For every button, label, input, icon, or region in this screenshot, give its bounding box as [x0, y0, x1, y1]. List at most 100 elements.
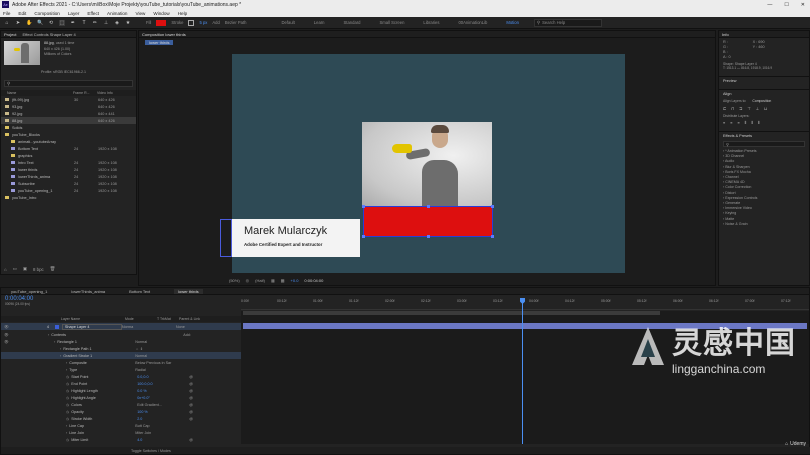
eye-icon[interactable]: 👁 [4, 324, 9, 329]
bezier-path-checkbox[interactable]: Bezier Path [225, 20, 247, 25]
tab-composition[interactable]: Composition lower thirds [142, 32, 186, 37]
layer-mode[interactable]: Norma [122, 325, 154, 329]
property-value[interactable]: Edit Gradient... [137, 403, 185, 407]
align-to-dropdown[interactable]: Composition [752, 99, 771, 103]
twirl-icon[interactable]: › [66, 424, 67, 428]
photo-layer[interactable] [362, 122, 492, 206]
stopwatch-icon[interactable]: ◷ [66, 396, 69, 400]
grid-icon[interactable]: ▦ [271, 278, 275, 283]
quality-dropdown[interactable]: (Half) [255, 278, 265, 283]
project-list-item[interactable]: youTube_Blocks [1, 131, 136, 138]
maximize-button[interactable]: ☐ [784, 2, 788, 8]
twirl-icon[interactable]: › [48, 333, 49, 337]
eye-icon[interactable]: 👁 [4, 340, 12, 344]
expression-pickwhip-icon[interactable]: @ [189, 403, 193, 407]
twirl-icon[interactable]: › [60, 347, 61, 351]
align-vcenter-icon[interactable]: ⊥ [756, 106, 759, 111]
expression-pickwhip-icon[interactable]: @ [189, 410, 193, 414]
header-name[interactable]: Name [1, 91, 73, 95]
expression-pickwhip-icon[interactable]: @ [189, 382, 193, 386]
clone-tool-icon[interactable]: ⊥ [103, 20, 109, 26]
new-folder-icon[interactable]: ▭ [13, 266, 17, 272]
distribute-top-icon[interactable]: ≡ [723, 121, 725, 125]
rotate-tool-icon[interactable]: ⟲ [48, 20, 54, 26]
menu-window[interactable]: Window [153, 11, 169, 16]
stroke-swatch[interactable] [188, 19, 195, 26]
stopwatch-icon[interactable]: ◷ [66, 403, 69, 407]
align-right-icon[interactable]: ⊐ [739, 106, 742, 111]
property-value[interactable]: ⇔ ⇕ [135, 347, 183, 351]
property-row[interactable]: ◷ Colors Edit Gradient... @ [1, 401, 241, 408]
property-row[interactable]: ◷ End Point 100.0,0.0 @ [1, 380, 241, 387]
distribute-vcenter-icon[interactable]: ≡ [730, 121, 732, 125]
twirl-icon[interactable]: › [66, 431, 67, 435]
stopwatch-icon[interactable]: ◷ [66, 410, 69, 414]
property-value[interactable]: 0.0,0.0 [137, 375, 185, 379]
property-row[interactable]: ◷ Start Point 0.0,0.0 @ [1, 373, 241, 380]
project-list-item[interactable]: Bottom Text 24 1920 x 108 [1, 145, 136, 152]
menu-effect[interactable]: Effect [87, 11, 99, 16]
effects-search[interactable]: ⚲ [723, 141, 805, 147]
lower-third-card[interactable]: Marek Mularczyk Adobe Certified Expert a… [232, 219, 360, 257]
new-comp-icon[interactable]: ▣ [23, 266, 27, 272]
tab-lower-thirds[interactable]: lower thirds [145, 39, 174, 45]
project-list-item[interactable]: youTube_opening_1 24 1920 x 108 [1, 187, 136, 194]
property-row[interactable]: › Composite Below Previous in Sar [1, 359, 241, 366]
handle-br[interactable] [491, 235, 494, 238]
effects-panel-header[interactable]: Effects & Presets [719, 131, 809, 140]
tab-lower-thirds-active[interactable]: lower thirds [174, 288, 203, 294]
property-row[interactable]: ◷ Highlight Length 0.0 % @ [1, 387, 241, 394]
interpret-icon[interactable]: ⌂ [4, 267, 7, 272]
home-icon[interactable]: ⌂ [4, 20, 10, 26]
project-list-item[interactable]: 93.jpg 640 x 426 [1, 103, 136, 110]
property-row[interactable]: ◷ Highlight Angle 0x+0.0° @ [1, 394, 241, 401]
property-row[interactable]: 👁 › Contents Add: [1, 331, 241, 338]
tab-project[interactable]: Project [4, 32, 16, 37]
workspace-animationlib[interactable]: 00AnimationLib [458, 20, 487, 25]
twirl-icon[interactable]: › [54, 340, 55, 344]
roto-tool-icon[interactable]: ◈ [114, 20, 120, 26]
tab-effect-controls[interactable]: Effect Controls Shape Layer 4 [22, 32, 75, 37]
twirl-icon[interactable]: › [60, 354, 61, 358]
project-list-item[interactable]: animati...youtubeArray [1, 138, 136, 145]
workspace-small-screen[interactable]: Small Screen [380, 20, 405, 25]
header-frame-rate[interactable]: Frame R... [73, 91, 97, 95]
stopwatch-icon[interactable]: ◷ [66, 438, 69, 442]
menu-help[interactable]: Help [178, 11, 187, 16]
header-video-info[interactable]: Video Info [97, 91, 113, 95]
project-list-item[interactable]: lowerThirds_anima 24 1920 x 108 [1, 173, 136, 180]
property-value[interactable]: 100 % [137, 410, 185, 414]
property-value[interactable]: Normal [135, 340, 183, 344]
handle-bm[interactable] [427, 235, 430, 238]
property-value[interactable]: 2.0 [137, 417, 185, 421]
preview-panel-header[interactable]: Preview [719, 76, 809, 85]
stroke-width-value[interactable]: 5 px [199, 20, 207, 25]
expression-pickwhip-icon[interactable]: @ [189, 389, 193, 393]
minimize-button[interactable]: — [767, 2, 772, 8]
handle-tr[interactable] [491, 205, 494, 208]
project-list-item[interactable]: Intro Text 24 1920 x 108 [1, 159, 136, 166]
layer-parent[interactable]: None [176, 325, 185, 329]
property-row[interactable]: 👁 › Rectangle 1 Normal [1, 338, 241, 345]
property-value[interactable]: Radial [135, 368, 183, 372]
comp-viewer[interactable]: Marek Mularczyk Adobe Certified Expert a… [220, 54, 625, 273]
align-bottom-icon[interactable]: ⊔ [764, 106, 767, 111]
workspace-learn[interactable]: Learn [314, 20, 325, 25]
menu-composition[interactable]: Composition [34, 11, 60, 16]
layer-row[interactable]: 👁 4 Shape Layer 4 Norma None [1, 323, 241, 330]
zoom-dropdown[interactable]: (50%) [229, 278, 240, 283]
close-button[interactable]: ✕ [801, 2, 805, 8]
workspace-motion[interactable]: Motion [506, 20, 519, 25]
work-area-bar[interactable] [243, 311, 660, 315]
menu-animation[interactable]: Animation [107, 11, 127, 16]
layer-name[interactable]: Shape Layer 4 [61, 323, 122, 330]
pen-tool-icon[interactable]: ✒ [70, 20, 76, 26]
header-layer-name[interactable]: Layer Name [61, 317, 125, 321]
property-value[interactable]: 4.0 [137, 438, 185, 442]
rectangle-tool-icon[interactable]: ⬚ [59, 19, 65, 26]
property-value[interactable]: 0x+0.0° [137, 396, 185, 400]
stopwatch-icon[interactable]: ◷ [66, 417, 69, 421]
project-list-item[interactable]: Solids [1, 124, 136, 131]
stopwatch-icon[interactable]: ◷ [66, 375, 69, 379]
menu-view[interactable]: View [135, 11, 145, 16]
